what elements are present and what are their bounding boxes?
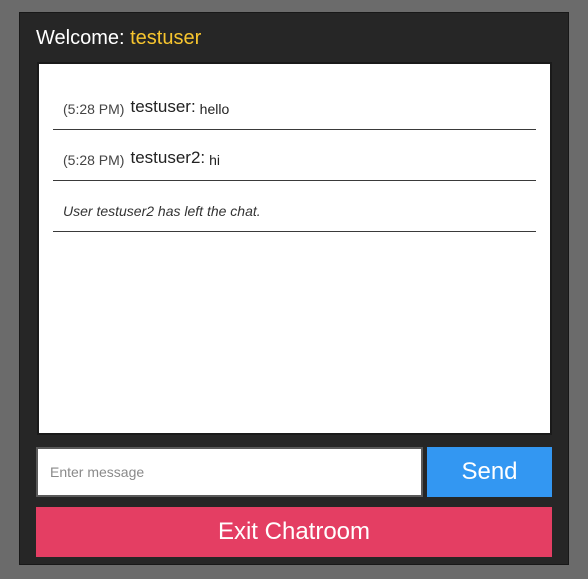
message-list[interactable]: (5:28 PM) testuser: hello (5:28 PM) test… [37, 62, 552, 435]
message-text: hello [199, 101, 230, 117]
send-button[interactable]: Send [427, 447, 552, 497]
current-username: testuser [130, 27, 202, 49]
welcome-header: Welcome: testuser [36, 27, 201, 50]
message-text: hi [209, 152, 221, 168]
message-input[interactable] [36, 447, 423, 497]
chat-window: Welcome: testuser (5:28 PM) testuser: he… [19, 12, 569, 565]
message-item: (5:28 PM) testuser2: hi [53, 130, 536, 181]
message-timestamp: (5:28 PM) [63, 152, 125, 168]
message-sender: testuser: [130, 97, 196, 116]
welcome-label: Welcome: [36, 27, 131, 49]
system-message-text: User testuser2 has left the chat. [63, 203, 261, 219]
exit-chatroom-button[interactable]: Exit Chatroom [36, 507, 552, 557]
system-message-item: User testuser2 has left the chat. [53, 181, 536, 232]
message-timestamp: (5:28 PM) [63, 101, 125, 117]
message-item: (5:28 PM) testuser: hello [53, 64, 536, 130]
message-sender: testuser2: [130, 148, 206, 167]
